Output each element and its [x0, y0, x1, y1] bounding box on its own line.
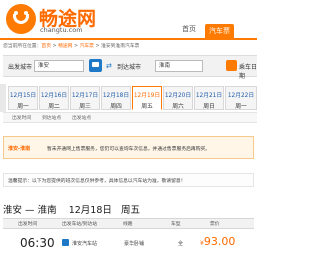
- date-tab-weekday: 周五: [141, 104, 153, 110]
- to-city-input[interactable]: 淮南: [155, 60, 203, 72]
- breadcrumb: 您当前所在位置：首页 > 畅途网 > 汽车票 > 淮安到淮南汽车票: [3, 42, 139, 49]
- th-departure-time[interactable]: 出发时间: [18, 220, 37, 227]
- swap-arrow-icon[interactable]: ⇄: [106, 62, 112, 70]
- header-divider: [0, 38, 257, 40]
- breadcrumb-sep: >: [72, 44, 80, 49]
- row-seat: 全: [178, 241, 184, 247]
- breadcrumb-changtu[interactable]: 畅途网: [58, 44, 72, 49]
- sort-departure-station[interactable]: 出发站点: [72, 114, 91, 121]
- row-type: 豪华卧铺: [124, 241, 145, 247]
- date-tab-date: 12月18日: [102, 93, 130, 99]
- date-tab-date: 12月20日: [164, 93, 192, 99]
- breadcrumb-current: > 淮安到淮南汽车票: [93, 44, 140, 49]
- row-station[interactable]: 淮安汽车站: [72, 240, 97, 247]
- date-tab-3[interactable]: 12月18日 周四: [101, 86, 131, 110]
- th-price[interactable]: 票价: [210, 220, 220, 227]
- nav-bus-tickets[interactable]: 汽车票: [205, 24, 234, 38]
- date-tab-date: 12月16日: [40, 93, 68, 99]
- th-station: 出发车站/到达站: [62, 222, 98, 227]
- th-line: 线路: [123, 222, 133, 227]
- route-date: 12月18日: [68, 205, 112, 216]
- date-tab-date: 12月22日: [227, 93, 255, 99]
- date-tab-6[interactable]: 12月21日 周日: [194, 86, 224, 110]
- date-tab-weekday: 周日: [203, 104, 215, 110]
- date-tab-weekday: 周三: [79, 104, 91, 110]
- date-tab-date: 12月17日: [71, 93, 99, 99]
- date-tab-date: 12月19日: [133, 93, 161, 99]
- price-value: 93.00: [203, 235, 236, 248]
- notice-text: 暂未开通网上售票服务，您仍可以查询车次信息，并通过售票服务后再购买。: [47, 147, 211, 152]
- row-price: ¥93.00: [200, 235, 235, 248]
- from-city-input[interactable]: 淮安: [34, 60, 84, 72]
- date-tab-5[interactable]: 12月20日 周六: [163, 86, 193, 110]
- date-tab-weekday: 周一: [17, 104, 29, 110]
- from-city-label: 出发城市: [8, 64, 33, 71]
- breadcrumb-bus[interactable]: 汽车票: [80, 44, 94, 49]
- date-tab-weekday: 周一: [235, 104, 247, 110]
- date-tab-2[interactable]: 12月17日 周三: [70, 86, 100, 110]
- breadcrumb-home[interactable]: 首页: [41, 44, 51, 49]
- date-label: 乘车日期: [239, 64, 258, 80]
- date-tab-weekday: 周六: [172, 104, 184, 110]
- date-tab-weekday: 周二: [48, 104, 60, 110]
- route-to: 淮南: [37, 205, 57, 216]
- sort-departure-time[interactable]: 出发时间: [12, 114, 31, 121]
- nav-home[interactable]: 首页: [182, 24, 196, 38]
- route-title: 淮安 — 淮南 12月18日 周五: [3, 202, 140, 216]
- route-from: 淮安: [3, 205, 23, 216]
- date-tab-0[interactable]: 12月15日 周一: [8, 86, 38, 110]
- calendar-icon: [226, 60, 237, 71]
- notice-route-tag: 淮安-淮南: [8, 146, 31, 152]
- station-icon: [62, 239, 69, 246]
- date-tab-1[interactable]: 12月16日 周二: [39, 86, 69, 110]
- date-tab-7[interactable]: 12月22日 周一: [225, 86, 257, 110]
- route-arrow: —: [25, 205, 35, 216]
- to-city-label: 到达城市: [117, 64, 142, 71]
- sort-arrival-station[interactable]: 到达站点: [42, 114, 61, 121]
- brand-domain: changtu.com: [40, 26, 83, 34]
- tip-text: 温馨提示：以下为您提供的班次信息仅供参考，具体信息以汽车站为准，敬请留意！: [8, 179, 186, 184]
- th-type: 车型: [171, 222, 181, 227]
- row-time: 06:30: [20, 236, 55, 250]
- bus-icon: [89, 59, 102, 72]
- date-tab-date: 12月21日: [195, 93, 223, 99]
- date-prev-arrow[interactable]: [0, 84, 6, 112]
- date-tab-4[interactable]: 12月19日 周五: [132, 86, 162, 110]
- date-tab-weekday: 周四: [110, 104, 122, 110]
- date-tab-date: 12月15日: [9, 93, 37, 99]
- route-weekday: 周五: [120, 205, 140, 216]
- breadcrumb-prefix: 您当前所在位置：: [3, 44, 42, 49]
